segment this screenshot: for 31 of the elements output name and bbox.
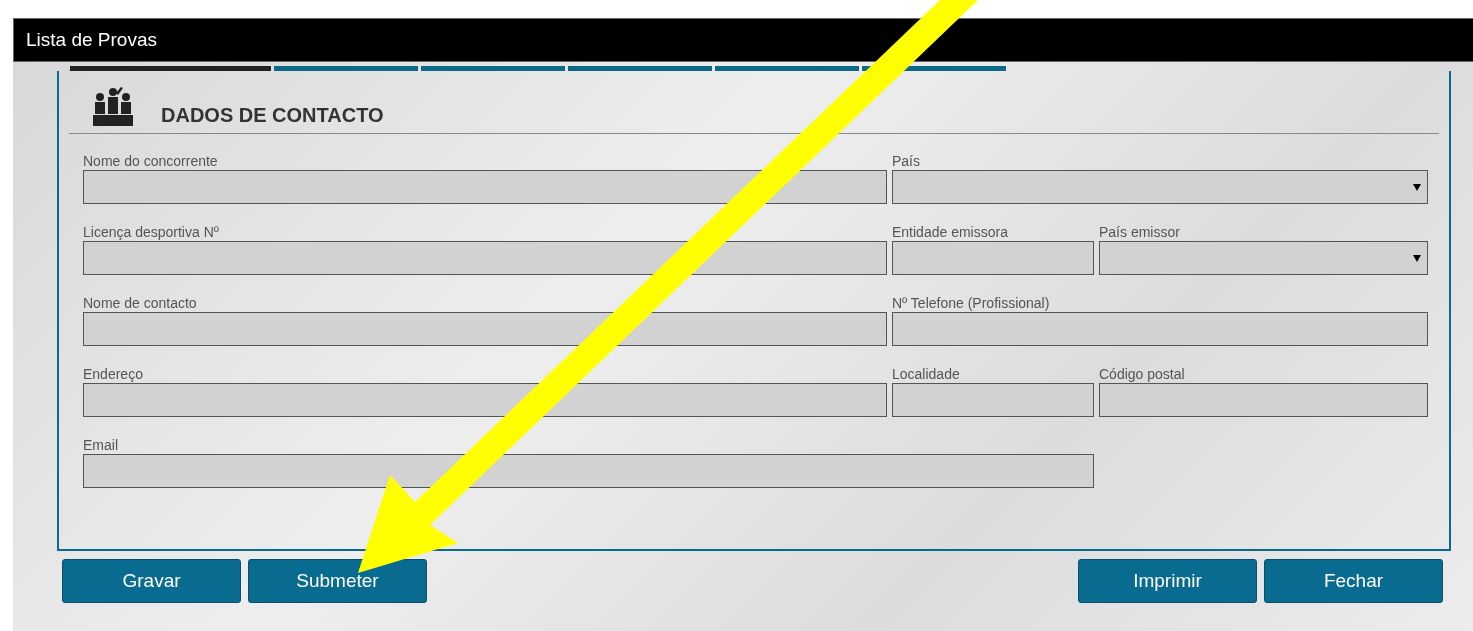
- select-field[interactable]: [1099, 241, 1428, 275]
- input-field[interactable]: [83, 312, 887, 346]
- input-field[interactable]: [83, 383, 887, 417]
- input-field[interactable]: [83, 454, 1094, 488]
- field-label: Nome de contacto: [83, 294, 198, 312]
- field-label: País emissor: [1099, 223, 1181, 241]
- window-title: Lista de Provas: [13, 18, 1473, 62]
- field-label: País: [892, 152, 921, 170]
- field-label: Licença desportiva Nº: [83, 223, 220, 241]
- dropdown-arrow-icon: [1413, 254, 1421, 262]
- input-field[interactable]: [83, 170, 887, 204]
- input-field[interactable]: [1099, 383, 1428, 417]
- field-label: Nº Telefone (Profissional): [892, 294, 1051, 312]
- action-button[interactable]: Gravar: [62, 559, 241, 603]
- input-field[interactable]: [892, 383, 1094, 417]
- section-title: DADOS DE CONTACTO: [161, 105, 384, 125]
- field-label: Email: [83, 436, 119, 454]
- field-label: Entidade emissora: [892, 223, 1009, 241]
- field-label: Código postal: [1099, 365, 1186, 383]
- input-field[interactable]: [83, 241, 887, 275]
- action-button[interactable]: Fechar: [1264, 559, 1443, 603]
- action-button[interactable]: Submeter: [248, 559, 427, 603]
- podium-icon: [93, 85, 133, 127]
- field-label: Nome do concorrente: [83, 152, 219, 170]
- input-field[interactable]: [892, 241, 1094, 275]
- input-field[interactable]: [892, 312, 1428, 346]
- select-field[interactable]: [892, 170, 1428, 204]
- field-label: Localidade: [892, 365, 961, 383]
- field-label: Endereço: [83, 365, 144, 383]
- action-button[interactable]: Imprimir: [1078, 559, 1257, 603]
- dropdown-arrow-icon: [1413, 183, 1421, 191]
